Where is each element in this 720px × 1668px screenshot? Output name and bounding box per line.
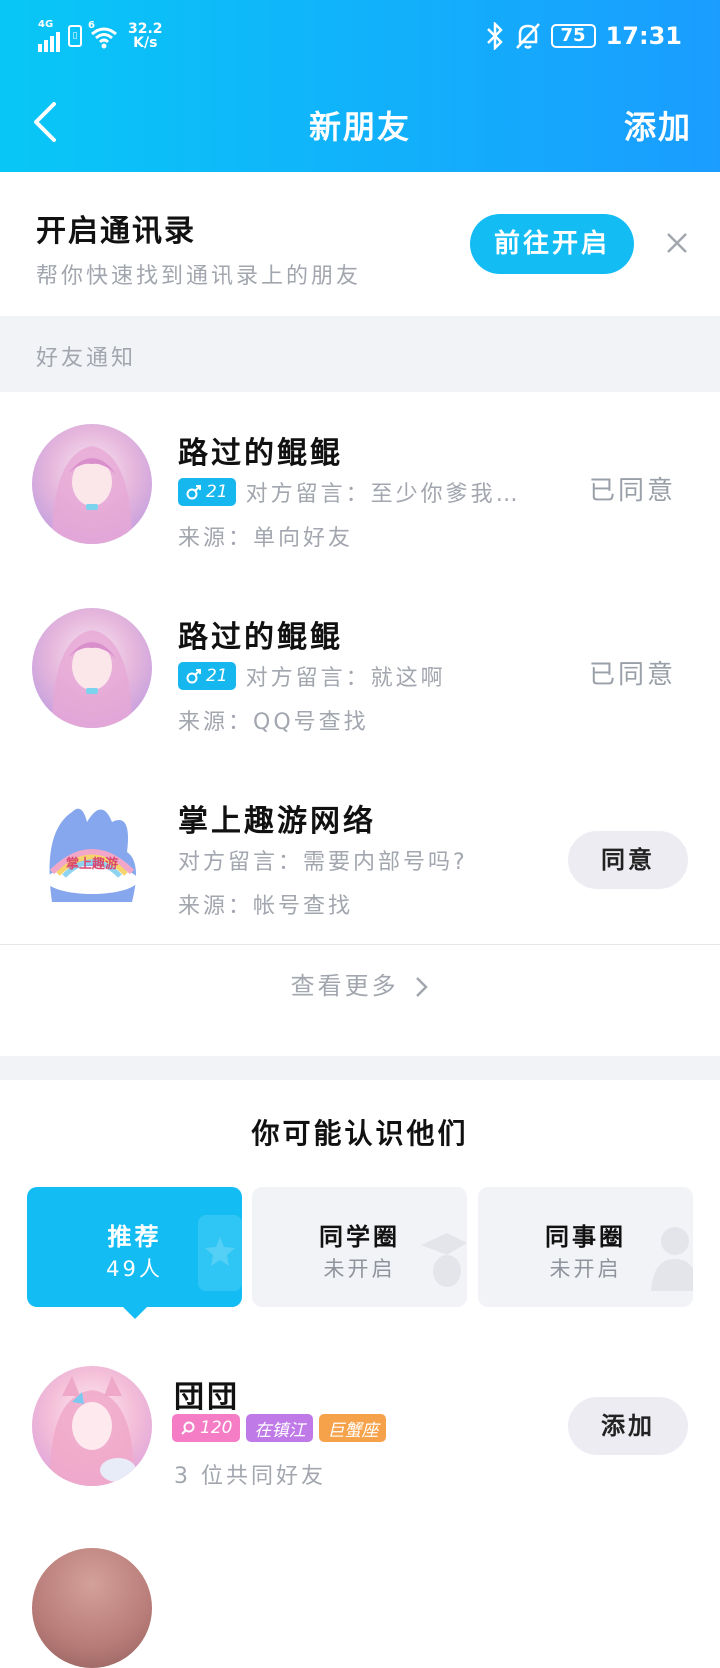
age-badge: 21 bbox=[178, 478, 236, 506]
notification-source: 来源：QQ号查找 bbox=[178, 710, 369, 735]
notification-item[interactable]: 掌上趣游 掌上趣游网络 对方留言：需要内部号吗? 来源：帐号查找 同意 bbox=[0, 760, 720, 944]
notification-name: 路过的鲲鲲 bbox=[178, 620, 343, 655]
wifi-icon: 6 bbox=[88, 21, 120, 49]
section-gap bbox=[0, 1056, 720, 1080]
page-title: 新朋友 bbox=[308, 108, 411, 146]
notification-message: 对方留言：至少你爹我… bbox=[245, 482, 521, 507]
bluetooth-icon bbox=[486, 22, 503, 50]
avatar[interactable] bbox=[32, 424, 152, 544]
zodiac-badge: 巨蟹座 bbox=[319, 1414, 387, 1442]
close-icon[interactable] bbox=[664, 230, 690, 256]
notification-name: 掌上趣游网络 bbox=[178, 804, 376, 839]
suggested-person[interactable]: 団団 120 在镇江 巨蟹座 3 位共同好友 添加 bbox=[0, 1352, 720, 1512]
tab-sub: 未开启 bbox=[549, 1257, 622, 1281]
add-button[interactable]: 添加 bbox=[624, 102, 692, 148]
tab-label: 推荐 bbox=[107, 1223, 162, 1251]
chevron-right-icon bbox=[416, 977, 429, 997]
notification-name: 路过的鲲鲲 bbox=[178, 436, 343, 471]
battery-indicator: 75 bbox=[550, 24, 596, 48]
tab-recommend[interactable]: 推荐 49人 bbox=[27, 1187, 242, 1307]
contacts-banner: 开启通讯录 帮你快速找到通讯录上的朋友 前往开启 bbox=[0, 172, 720, 316]
age-badge: 21 bbox=[178, 662, 236, 690]
active-tab-pointer bbox=[122, 1306, 148, 1319]
notification-source: 来源：帐号查找 bbox=[178, 894, 354, 919]
add-friend-button[interactable]: 添加 bbox=[568, 1397, 688, 1455]
friend-notifications-header: 好友通知 bbox=[0, 316, 720, 392]
tab-label: 同学圈 bbox=[319, 1223, 400, 1251]
location-badge: 在镇江 bbox=[246, 1414, 314, 1442]
contacts-banner-subtitle: 帮你快速找到通讯录上的朋友 bbox=[36, 264, 362, 289]
sim-icon: ▯ bbox=[68, 25, 82, 47]
network-type: 4G bbox=[38, 19, 54, 30]
notification-item[interactable]: 路过的鲲鲲 21 对方留言：至少你爹我… 来源：单向好友 已同意 bbox=[0, 392, 720, 576]
tab-label: 同事圈 bbox=[545, 1223, 626, 1251]
status-bar: 4G ▯ 6 32.2 K/s 75 17:31 bbox=[0, 0, 720, 72]
enable-contacts-button[interactable]: 前往开启 bbox=[470, 214, 634, 274]
tab-sub: 49人 bbox=[106, 1257, 163, 1281]
notification-item[interactable]: 路过的鲲鲲 21 对方留言：就这啊 来源：QQ号查找 已同意 bbox=[0, 576, 720, 760]
person-name: 団団 bbox=[174, 1380, 240, 1415]
search-level-icon bbox=[181, 1421, 195, 1435]
section-label: 好友通知 bbox=[36, 346, 137, 371]
level-badge: 120 bbox=[172, 1414, 241, 1442]
tab-classmates[interactable]: 同学圈 未开启 bbox=[252, 1187, 467, 1307]
mutual-friends: 3 位共同好友 bbox=[174, 1464, 326, 1489]
brand-logo-text: 掌上趣游 bbox=[66, 856, 118, 872]
status-agreed: 已同意 bbox=[588, 660, 676, 690]
network-speed: 32.2 K/s bbox=[128, 21, 163, 51]
mute-bell-icon bbox=[515, 23, 540, 49]
avatar[interactable] bbox=[32, 608, 152, 728]
suggestions-title: 你可能认识他们 bbox=[251, 1117, 469, 1150]
tab-sub: 未开启 bbox=[323, 1257, 396, 1281]
avatar[interactable] bbox=[32, 1548, 152, 1668]
notification-message: 对方留言：就这啊 bbox=[245, 666, 446, 691]
notification-source: 来源：单向好友 bbox=[178, 526, 354, 551]
avatar[interactable]: 掌上趣游 bbox=[32, 792, 152, 912]
agree-button[interactable]: 同意 bbox=[568, 831, 688, 889]
notification-message: 对方留言：需要内部号吗? bbox=[178, 850, 468, 875]
clock: 17:31 bbox=[605, 22, 682, 50]
app-header: 4G ▯ 6 32.2 K/s 75 17:31 新朋友 添加 bbox=[0, 0, 720, 172]
avatar[interactable] bbox=[32, 1366, 152, 1486]
view-more-link[interactable]: 查看更多 bbox=[0, 966, 720, 1001]
divider bbox=[0, 944, 720, 945]
status-agreed: 已同意 bbox=[588, 476, 676, 506]
male-icon bbox=[186, 485, 201, 500]
signal-icon: 4G bbox=[38, 20, 60, 52]
tab-colleagues[interactable]: 同事圈 未开启 bbox=[478, 1187, 693, 1307]
contacts-banner-title: 开启通讯录 bbox=[36, 214, 196, 249]
male-icon bbox=[186, 669, 201, 684]
